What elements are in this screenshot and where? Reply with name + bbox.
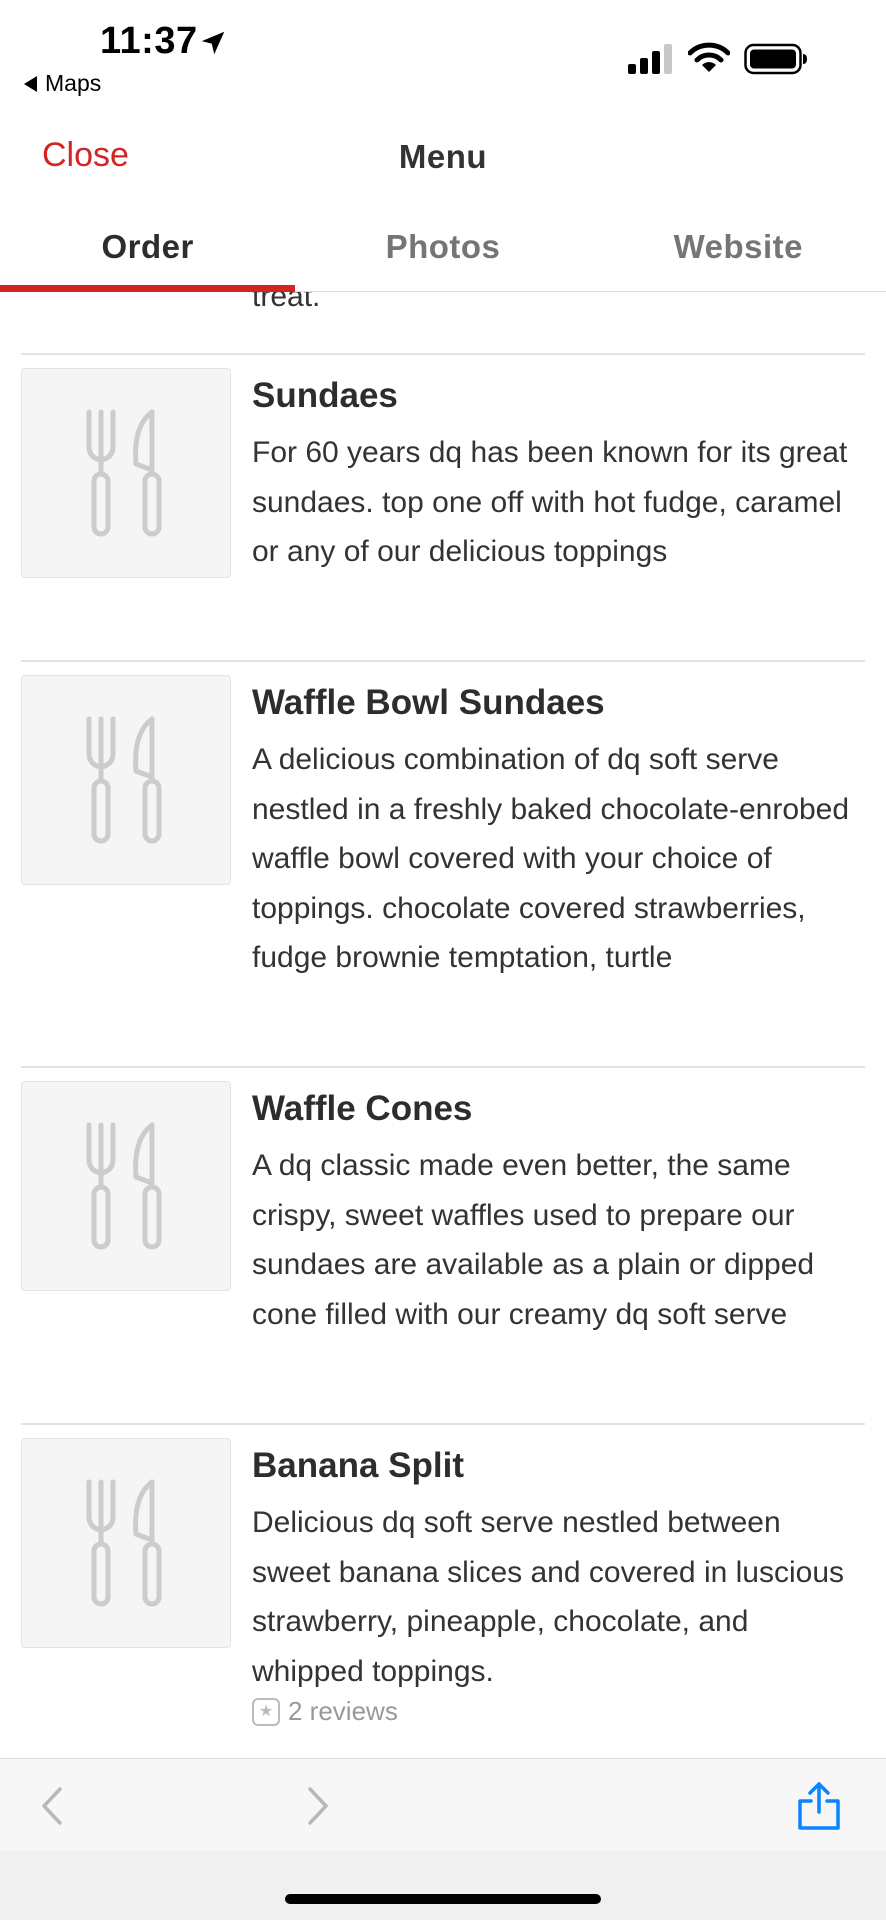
tab-photos[interactable]: Photos: [295, 202, 590, 291]
status-bar: 11:37 Maps: [0, 0, 886, 110]
previous-item-description-tail: treat.: [252, 292, 321, 313]
wifi-icon: [688, 42, 730, 72]
menu-item-description: For 60 years dq has been known for its g…: [252, 436, 848, 568]
menu-item-title: Waffle Bowl Sundaes: [252, 683, 605, 722]
menu-item-sundaes[interactable]: Sundaes For 60 years dq has been known f…: [0, 354, 886, 660]
menu-item-waffle-bowl-sundaes[interactable]: Waffle Bowl Sundaes A delicious combinat…: [0, 661, 886, 1066]
home-indicator[interactable]: [285, 1894, 601, 1904]
forward-arrow-icon[interactable]: [292, 1781, 342, 1831]
menu-item-title: Banana Split: [252, 1446, 464, 1485]
menu-item-thumbnail: [21, 1438, 231, 1648]
browser-toolbar: [0, 1758, 886, 1850]
menu-item-banana-split[interactable]: Banana Split Delicious dq soft serve nes…: [0, 1424, 886, 1758]
menu-list[interactable]: treat. Sundaes For 60 years dq has been …: [0, 292, 886, 1758]
menu-item-description: Delicious dq soft serve nestled between …: [252, 1506, 845, 1688]
menu-item-description: A delicious combination of dq soft serve…: [252, 743, 850, 974]
menu-item-thumbnail: [21, 368, 231, 578]
tab-website[interactable]: Website: [591, 202, 886, 291]
menu-item-description: A dq classic made even better, the same …: [252, 1149, 815, 1331]
menu-item-waffle-cones[interactable]: Waffle Cones A dq classic made even bett…: [0, 1067, 886, 1423]
back-app-label: Maps: [45, 70, 102, 96]
back-arrow-icon[interactable]: [28, 1781, 78, 1831]
share-icon[interactable]: [794, 1781, 844, 1831]
fork-knife-icon: [86, 1479, 162, 1607]
header: Close Menu: [0, 110, 886, 202]
back-to-app-button[interactable]: Maps: [24, 70, 101, 97]
menu-item-title: Waffle Cones: [252, 1089, 473, 1128]
fork-knife-icon: [86, 716, 162, 844]
fork-knife-icon: [86, 409, 162, 537]
home-indicator-area: [0, 1850, 886, 1920]
status-time: 11:37: [100, 20, 198, 62]
menu-item-thumbnail: [21, 1081, 231, 1291]
fork-knife-icon: [86, 1122, 162, 1250]
location-arrow-icon: [201, 31, 225, 55]
tab-bar: Order Photos Website: [0, 202, 886, 292]
review-star-icon: ★: [252, 1697, 280, 1726]
menu-item-title: Sundaes: [252, 376, 398, 415]
reviews-count: 2 reviews: [288, 1696, 398, 1726]
page-title: Menu: [398, 138, 488, 175]
back-triangle-icon: [24, 75, 37, 92]
menu-item-thumbnail: [21, 675, 231, 885]
cellular-signal-icon: [628, 44, 672, 74]
battery-icon: [744, 43, 807, 75]
tab-order[interactable]: Order: [0, 202, 296, 292]
reviews-link[interactable]: ★ 2 reviews: [252, 1696, 398, 1727]
